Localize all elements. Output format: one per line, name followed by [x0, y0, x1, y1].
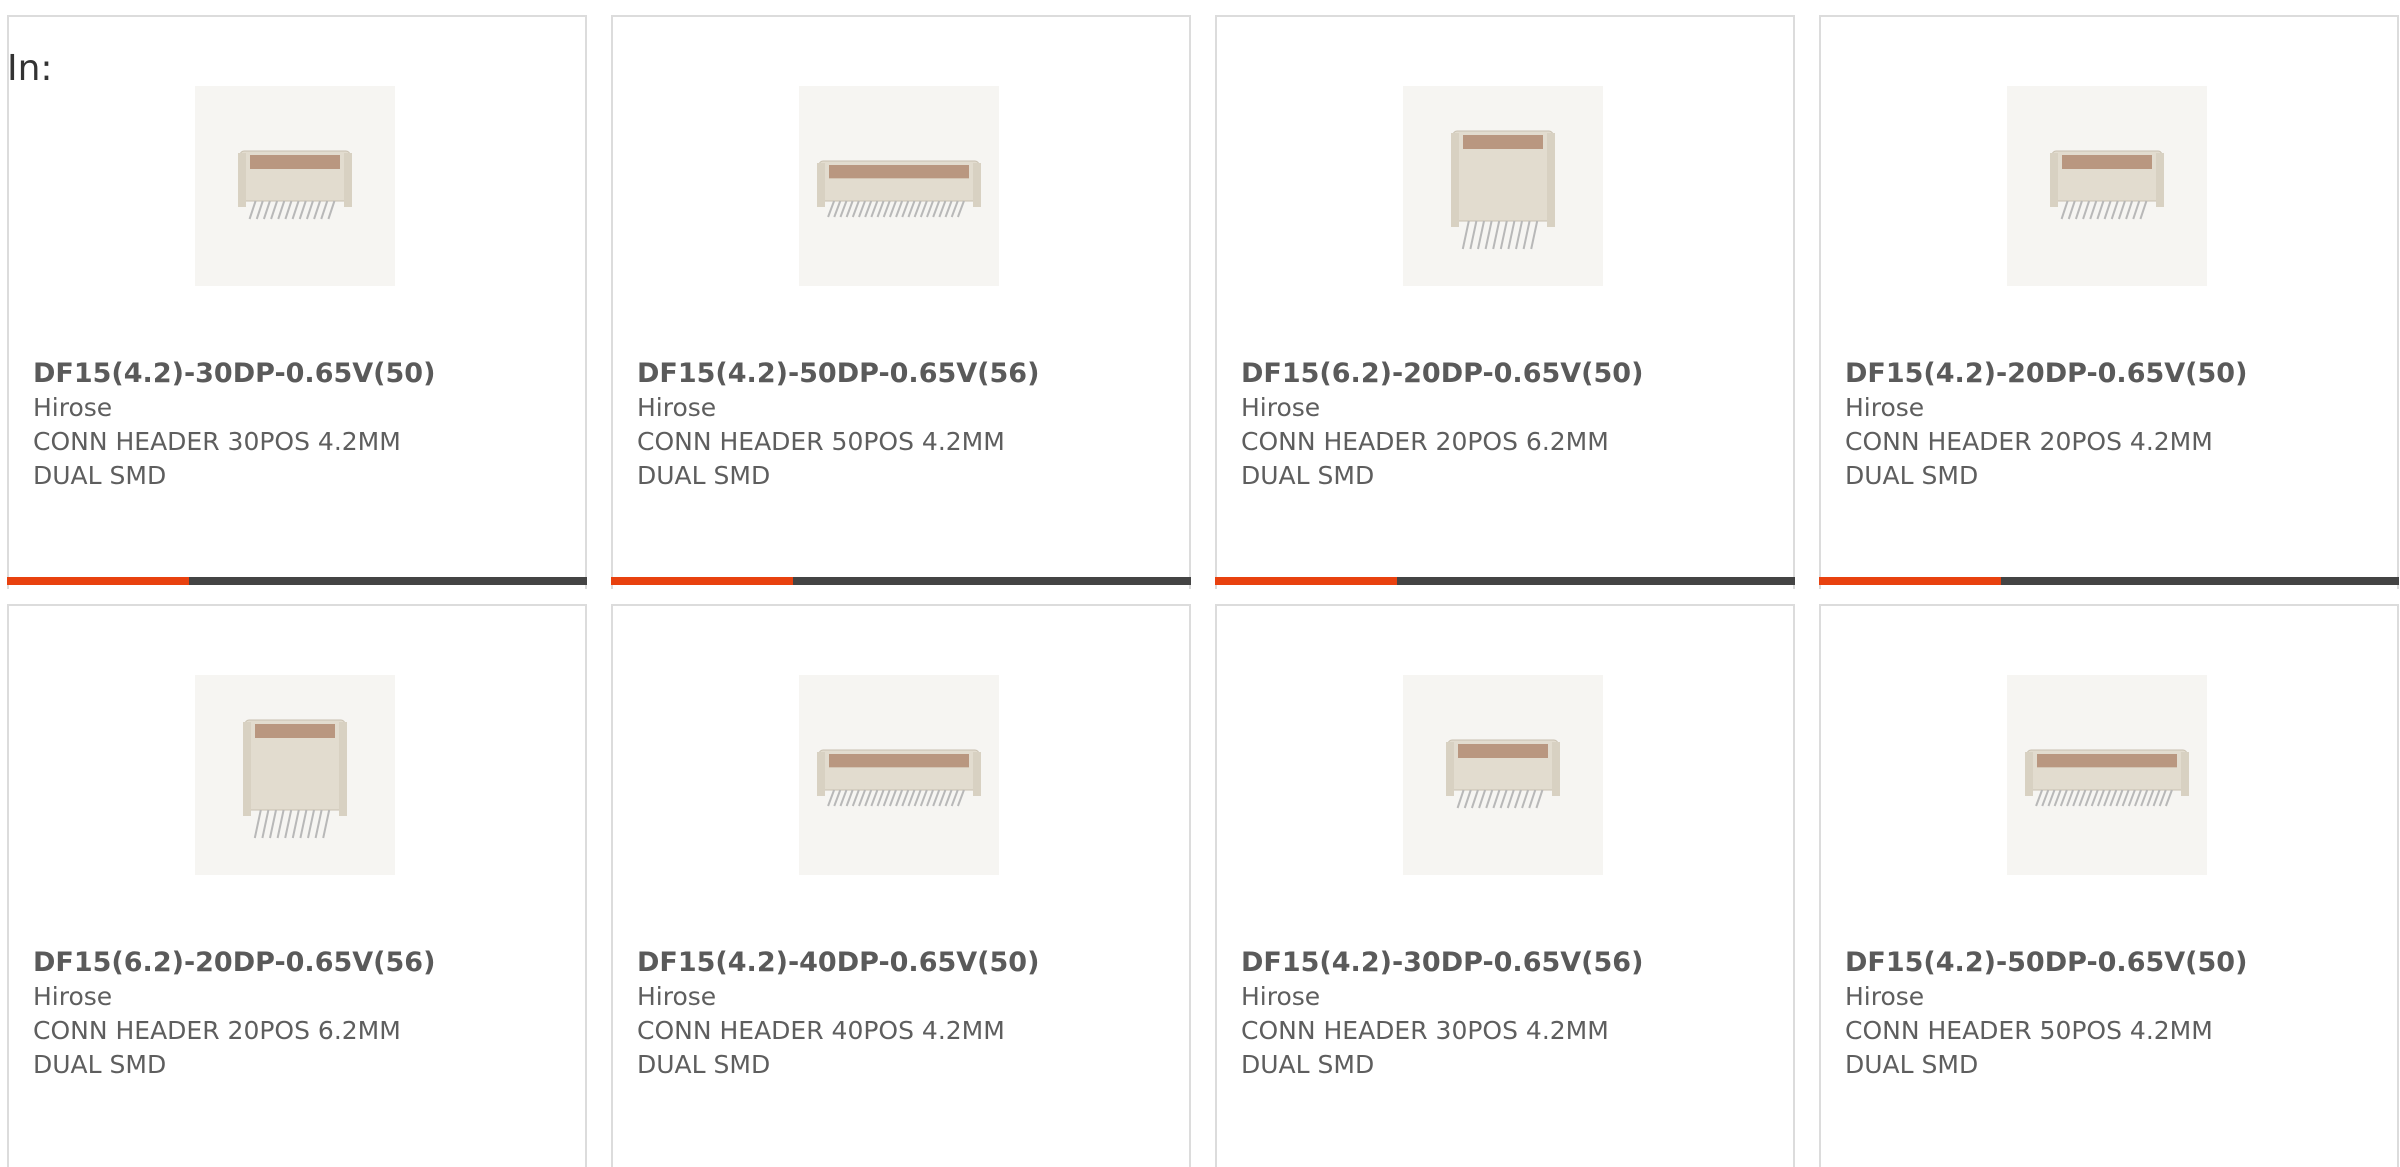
product-image[interactable] — [2007, 675, 2207, 875]
part-number-link[interactable]: DF15(4.2)-50DP-0.65V(50) — [1845, 946, 2365, 980]
product-description-line2: DUAL SMD — [1845, 461, 1979, 490]
card-footer-bar — [1819, 577, 2399, 585]
manufacturer-name: Hirose — [1241, 393, 1321, 422]
card-accent-bar — [1215, 577, 1397, 585]
product-description-line2: DUAL SMD — [637, 1050, 771, 1079]
product-card[interactable]: DF15(4.2)-40DP-0.65V(50) Hirose CONN HEA… — [611, 604, 1191, 1167]
connector-low-profile-icon — [1446, 739, 1560, 809]
in-label: In: — [7, 48, 53, 89]
part-number-link[interactable]: DF15(4.2)-50DP-0.65V(56) — [637, 357, 1157, 391]
part-number-link[interactable]: DF15(6.2)-20DP-0.65V(56) — [33, 946, 553, 980]
product-info: DF15(4.2)-30DP-0.65V(56) Hirose CONN HEA… — [1241, 946, 1761, 1082]
part-number-link[interactable]: DF15(4.2)-30DP-0.65V(56) — [1241, 946, 1761, 980]
part-number-link[interactable]: DF15(6.2)-20DP-0.65V(50) — [1241, 357, 1761, 391]
product-image[interactable] — [1403, 86, 1603, 286]
product-card[interactable]: DF15(4.2)-30DP-0.65V(50) Hirose CONN HEA… — [7, 15, 587, 589]
product-info: DF15(4.2)-30DP-0.65V(50) Hirose CONN HEA… — [33, 357, 553, 493]
part-number-link[interactable]: DF15(4.2)-40DP-0.65V(50) — [637, 946, 1157, 980]
product-description-line2: DUAL SMD — [33, 461, 167, 490]
product-card[interactable]: DF15(4.2)-20DP-0.65V(50) Hirose CONN HEA… — [1819, 15, 2399, 589]
product-description-line2: DUAL SMD — [637, 461, 771, 490]
connector-low-profile-icon — [238, 150, 352, 220]
manufacturer-name: Hirose — [1241, 982, 1321, 1011]
product-results-page: In: DF15(4.2)-30DP-0.65V(50) Hirose CONN… — [0, 0, 2400, 1167]
part-number-link[interactable]: DF15(4.2)-30DP-0.65V(50) — [33, 357, 553, 391]
product-description-line2: DUAL SMD — [1241, 1050, 1375, 1079]
part-number-link[interactable]: DF15(4.2)-20DP-0.65V(50) — [1845, 357, 2365, 391]
product-card[interactable]: DF15(4.2)-30DP-0.65V(56) Hirose CONN HEA… — [1215, 604, 1795, 1167]
product-image[interactable] — [799, 86, 999, 286]
connector-tall-icon — [1451, 130, 1555, 250]
card-footer-bar — [1215, 577, 1795, 585]
product-description-line2: DUAL SMD — [1845, 1050, 1979, 1079]
product-image[interactable] — [195, 86, 395, 286]
connector-tall-icon — [243, 719, 347, 839]
product-info: DF15(4.2)-20DP-0.65V(50) Hirose CONN HEA… — [1845, 357, 2365, 493]
product-info: DF15(6.2)-20DP-0.65V(50) Hirose CONN HEA… — [1241, 357, 1761, 493]
manufacturer-name: Hirose — [33, 393, 113, 422]
product-description: CONN HEADER 50POS 4.2MM — [637, 427, 1005, 456]
card-accent-bar — [611, 577, 793, 585]
product-description: CONN HEADER 40POS 4.2MM — [637, 1016, 1005, 1045]
connector-wide-icon — [817, 749, 981, 807]
product-description: CONN HEADER 50POS 4.2MM — [1845, 1016, 2213, 1045]
manufacturer-name: Hirose — [637, 982, 717, 1011]
product-description: CONN HEADER 20POS 6.2MM — [33, 1016, 401, 1045]
manufacturer-name: Hirose — [1845, 982, 1925, 1011]
card-accent-bar — [1819, 577, 2001, 585]
product-info: DF15(6.2)-20DP-0.65V(56) Hirose CONN HEA… — [33, 946, 553, 1082]
connector-wide-icon — [2025, 749, 2189, 807]
connector-wide-icon — [817, 160, 981, 218]
product-card[interactable]: DF15(4.2)-50DP-0.65V(56) Hirose CONN HEA… — [611, 15, 1191, 589]
product-description-line2: DUAL SMD — [33, 1050, 167, 1079]
card-footer-bar — [611, 577, 1191, 585]
product-image[interactable] — [2007, 86, 2207, 286]
product-info: DF15(4.2)-40DP-0.65V(50) Hirose CONN HEA… — [637, 946, 1157, 1082]
product-description-line2: DUAL SMD — [1241, 461, 1375, 490]
product-description: CONN HEADER 30POS 4.2MM — [1241, 1016, 1609, 1045]
product-description: CONN HEADER 30POS 4.2MM — [33, 427, 401, 456]
product-description: CONN HEADER 20POS 6.2MM — [1241, 427, 1609, 456]
product-description: CONN HEADER 20POS 4.2MM — [1845, 427, 2213, 456]
manufacturer-name: Hirose — [637, 393, 717, 422]
product-image[interactable] — [799, 675, 999, 875]
manufacturer-name: Hirose — [1845, 393, 1925, 422]
manufacturer-name: Hirose — [33, 982, 113, 1011]
product-card[interactable]: DF15(6.2)-20DP-0.65V(50) Hirose CONN HEA… — [1215, 15, 1795, 589]
product-image[interactable] — [1403, 675, 1603, 875]
product-image[interactable] — [195, 675, 395, 875]
connector-low-profile-icon — [2050, 150, 2164, 220]
product-info: DF15(4.2)-50DP-0.65V(56) Hirose CONN HEA… — [637, 357, 1157, 493]
card-accent-bar — [7, 577, 189, 585]
product-info: DF15(4.2)-50DP-0.65V(50) Hirose CONN HEA… — [1845, 946, 2365, 1082]
product-card[interactable]: DF15(6.2)-20DP-0.65V(56) Hirose CONN HEA… — [7, 604, 587, 1167]
product-grid: DF15(4.2)-30DP-0.65V(50) Hirose CONN HEA… — [7, 15, 2400, 1167]
card-footer-bar — [7, 577, 587, 585]
product-card[interactable]: DF15(4.2)-50DP-0.65V(50) Hirose CONN HEA… — [1819, 604, 2399, 1167]
